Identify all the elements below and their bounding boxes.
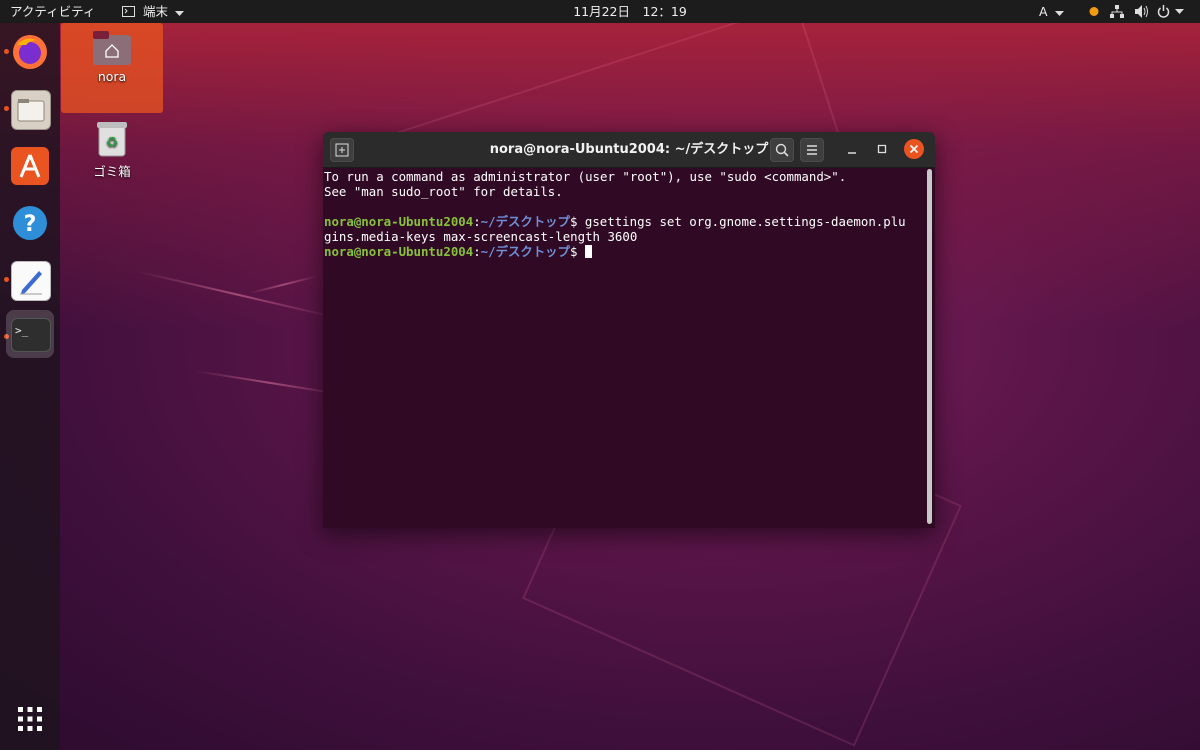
prompt-path: ~/デスクトップ — [480, 244, 570, 259]
maximize-icon — [877, 144, 887, 154]
prompt-path: ~/デスクトップ — [480, 214, 570, 229]
terminal-scrollbar[interactable] — [927, 169, 932, 524]
system-menu-chevron-icon[interactable] — [1175, 0, 1184, 23]
input-method-menu[interactable]: A — [1039, 0, 1064, 23]
terminal-output[interactable]: To run a command as administrator (user … — [324, 169, 924, 259]
dock-help[interactable]: ? — [6, 199, 54, 247]
home-folder-label: nora — [97, 69, 127, 84]
svg-text:♻: ♻ — [106, 135, 119, 151]
software-store-icon — [11, 147, 49, 185]
prompt-user: nora@nora-Ubuntu2004 — [324, 214, 474, 229]
dock-text-editor[interactable] — [6, 256, 54, 304]
chevron-down-icon — [1054, 1, 1064, 24]
svg-text:>_: >_ — [15, 324, 29, 337]
prompt-user: nora@nora-Ubuntu2004 — [324, 244, 474, 259]
close-button[interactable] — [904, 139, 924, 159]
desktop-trash[interactable]: ♻ ゴミ箱 — [61, 118, 163, 188]
dock-software[interactable] — [6, 142, 54, 190]
dock-files[interactable] — [6, 85, 54, 133]
text-cursor — [584, 245, 592, 258]
prompt-dollar: $ — [569, 214, 585, 229]
search-icon — [775, 143, 789, 157]
firefox-icon — [11, 33, 49, 71]
maximize-button[interactable] — [871, 138, 893, 160]
terminal-window[interactable]: nora@nora-Ubuntu2004: ~/デスクトップ To run a … — [323, 132, 935, 528]
svg-text:?: ? — [24, 212, 37, 237]
dock-terminal[interactable]: >_ — [6, 310, 54, 358]
dock-firefox[interactable] — [6, 28, 54, 76]
top-bar: アクティビティ 端末 11月22日 12：19 A — [0, 0, 1200, 23]
command-text: gsettings set org.gnome.settings-daemon.… — [584, 214, 906, 229]
terminal-headerbar[interactable]: nora@nora-Ubuntu2004: ~/デスクトップ — [323, 132, 935, 168]
dock: ? >_ — [0, 23, 60, 750]
terminal-info-line: See "man sudo_root" for details. — [324, 184, 563, 199]
search-button[interactable] — [770, 138, 794, 162]
close-icon — [909, 144, 919, 154]
clock[interactable]: 11月22日 12：19 — [0, 0, 1200, 23]
prompt-separator: : — [473, 244, 481, 259]
minimize-icon — [848, 152, 856, 154]
terminal-command-line: nora@nora-Ubuntu2004:~/デスクトップ$ gsettings… — [324, 214, 924, 229]
desktop-home-folder[interactable]: nora — [61, 23, 163, 113]
app-grid-icon — [11, 700, 49, 738]
show-applications-button[interactable] — [6, 695, 54, 743]
network-icon[interactable] — [1110, 0, 1124, 23]
volume-icon[interactable] — [1134, 0, 1149, 23]
command-text-wrap: gins.media-keys max-screencast-length 36… — [324, 229, 638, 244]
status-indicator-icon[interactable] — [1089, 0, 1099, 23]
wallpaper-streak — [194, 370, 344, 396]
home-folder-icon — [93, 31, 131, 65]
trash-icon: ♻ — [96, 120, 128, 158]
power-icon[interactable] — [1157, 0, 1170, 23]
files-icon — [11, 90, 51, 130]
prompt-dollar: $ — [569, 244, 585, 259]
prompt-separator: : — [473, 214, 481, 229]
help-icon: ? — [11, 204, 49, 242]
trash-label: ゴミ箱 — [93, 164, 131, 179]
terminal-info-line: To run a command as administrator (user … — [324, 169, 847, 184]
terminal-icon: >_ — [11, 318, 51, 352]
menu-button[interactable] — [800, 138, 824, 162]
input-method-label: A — [1039, 4, 1048, 19]
terminal-prompt-line: nora@nora-Ubuntu2004:~/デスクトップ$ — [324, 244, 924, 259]
text-editor-icon — [11, 261, 51, 301]
hamburger-menu-icon — [807, 145, 817, 155]
minimize-button[interactable] — [841, 138, 863, 160]
